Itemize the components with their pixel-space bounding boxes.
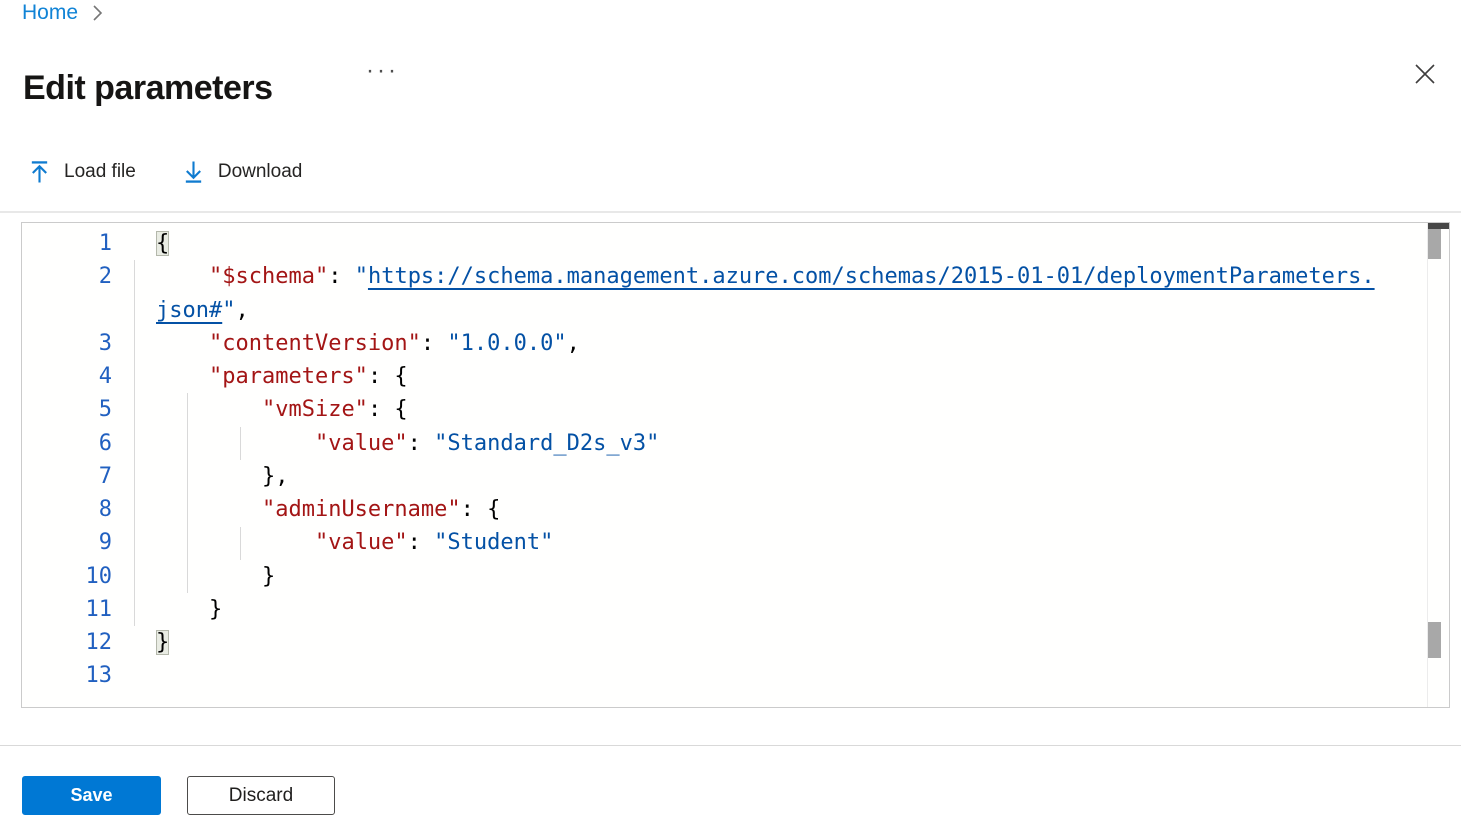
line-number[interactable]: 10 [22,560,112,593]
editor-row[interactable]: 10 } [22,560,1449,593]
line-number[interactable]: 13 [22,659,112,692]
scrollbar-thumb[interactable] [1428,229,1441,259]
editor-row[interactable]: 1{ [22,227,1449,260]
line-number[interactable]: 8 [22,493,112,526]
code-line: "value": "Student" [112,526,553,559]
page-title: Edit parameters [23,69,273,108]
discard-button[interactable]: Discard [187,776,335,815]
chevron-right-icon [88,2,106,24]
line-number[interactable] [22,294,112,327]
editor-row[interactable]: 13 [22,659,1449,692]
close-icon [1413,62,1437,86]
editor-row[interactable]: 4 "parameters": { [22,360,1449,393]
line-number[interactable]: 7 [22,460,112,493]
editor-row[interactable]: 8 "adminUsername": { [22,493,1449,526]
indent-guide [240,427,241,460]
footer-divider [0,745,1461,746]
code-line: "vmSize": { [112,393,408,426]
indent-guide [187,393,188,593]
upload-icon [28,159,51,185]
breadcrumb-home-link[interactable]: Home [22,1,78,25]
download-icon [182,159,205,185]
indent-guide [134,260,135,626]
close-button[interactable] [1406,56,1444,92]
editor-row[interactable]: 11 } [22,593,1449,626]
ellipsis-icon: ··· [366,57,399,84]
code-line: "contentVersion": "1.0.0.0", [112,327,580,360]
line-number[interactable]: 2 [22,260,112,293]
line-number[interactable]: 6 [22,427,112,460]
toolbar-divider [0,211,1461,213]
code-line: } [112,560,275,593]
editor-row[interactable]: 5 "vmSize": { [22,393,1449,426]
breadcrumb: Home [22,1,106,25]
editor-row[interactable]: 9 "value": "Student" [22,526,1449,559]
download-button[interactable]: Download [178,157,307,187]
code-line [112,659,156,692]
load-file-label: Load file [64,161,136,183]
overview-ruler-bracket-marker [1428,622,1441,658]
line-number[interactable]: 5 [22,393,112,426]
code-line: json#", [112,294,249,327]
line-number[interactable]: 1 [22,227,112,260]
code-editor-rows: 1{2 "$schema": "https://schema.managemen… [22,227,1449,693]
save-button[interactable]: Save [22,776,161,815]
code-line: "value": "Standard_D2s_v3" [112,427,659,460]
code-line: "$schema": "https://schema.management.az… [112,260,1375,293]
line-number[interactable]: 9 [22,526,112,559]
editor-row[interactable]: 7 }, [22,460,1449,493]
line-number[interactable]: 4 [22,360,112,393]
download-label: Download [218,161,303,183]
line-number[interactable]: 12 [22,626,112,659]
code-editor[interactable]: 1{2 "$schema": "https://schema.managemen… [21,222,1450,708]
code-line: "parameters": { [112,360,408,393]
line-number[interactable]: 11 [22,593,112,626]
editor-row[interactable]: 2 "$schema": "https://schema.management.… [22,260,1449,293]
more-options-button[interactable]: ··· [360,56,400,86]
load-file-button[interactable]: Load file [24,157,140,187]
editor-row[interactable]: 6 "value": "Standard_D2s_v3" [22,427,1449,460]
code-line: } [112,593,222,626]
editor-row[interactable]: 12} [22,626,1449,659]
editor-row[interactable]: json#", [22,294,1449,327]
code-line: } [112,626,169,659]
line-number[interactable]: 3 [22,327,112,360]
code-line: { [112,227,169,260]
code-line: "adminUsername": { [112,493,500,526]
code-line: }, [112,460,288,493]
editor-toolbar: Load file Download [24,157,306,187]
indent-guide [240,527,241,560]
editor-row[interactable]: 3 "contentVersion": "1.0.0.0", [22,327,1449,360]
